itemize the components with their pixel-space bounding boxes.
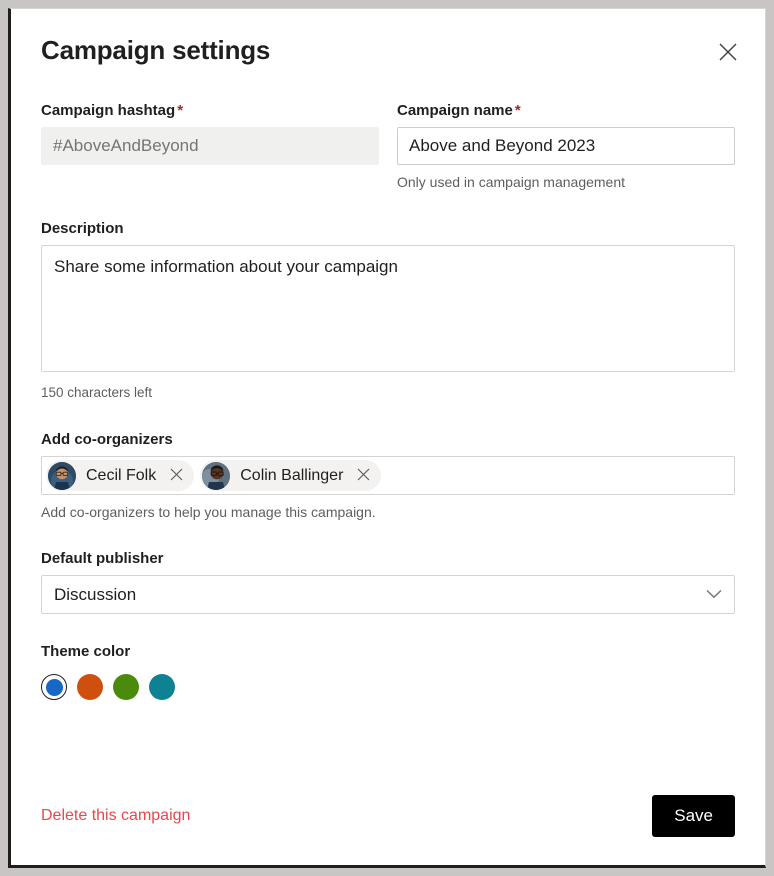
- theme-swatch-teal[interactable]: [149, 674, 175, 700]
- theme-swatch-orange[interactable]: [77, 674, 103, 700]
- coorganizers-picker[interactable]: Cecil Folk: [41, 456, 735, 495]
- theme-swatch-blue[interactable]: [41, 674, 67, 700]
- dialog-header: Campaign settings: [11, 9, 765, 71]
- dialog-body: Campaign hashtag* Campaign name* Only us…: [11, 101, 765, 700]
- campaign-hashtag-label-text: Campaign hashtag: [41, 102, 175, 119]
- avatar: [48, 462, 76, 490]
- theme-color-label: Theme color: [41, 642, 735, 662]
- field-theme-color: Theme color: [41, 642, 735, 700]
- swatch-fill: [46, 679, 63, 696]
- default-publisher-select[interactable]: Discussion: [41, 575, 735, 614]
- field-description: Description 150 characters left: [41, 219, 735, 402]
- remove-coorganizer-button[interactable]: [164, 462, 188, 490]
- required-asterisk: *: [177, 102, 183, 119]
- list-item[interactable]: Colin Ballinger: [200, 460, 381, 491]
- field-campaign-hashtag: Campaign hashtag*: [41, 101, 379, 191]
- page-title: Campaign settings: [41, 35, 735, 65]
- campaign-name-input[interactable]: [397, 127, 735, 165]
- save-button[interactable]: Save: [652, 795, 735, 837]
- close-icon: [170, 468, 183, 484]
- required-asterisk: *: [515, 102, 521, 119]
- row-hashtag-name: Campaign hashtag* Campaign name* Only us…: [41, 101, 735, 191]
- list-item-label: Cecil Folk: [76, 460, 164, 491]
- screen: Campaign settings Campaign hashtag*: [0, 0, 774, 876]
- close-button[interactable]: [711, 35, 745, 69]
- campaign-settings-dialog: Campaign settings Campaign hashtag*: [8, 8, 766, 868]
- campaign-hashtag-input[interactable]: [41, 127, 379, 165]
- field-default-publisher: Default publisher Discussion: [41, 549, 735, 614]
- description-textarea[interactable]: [41, 245, 735, 372]
- close-icon: [718, 42, 738, 62]
- field-campaign-name: Campaign name* Only used in campaign man…: [397, 101, 735, 191]
- campaign-name-helper: Only used in campaign management: [397, 173, 735, 191]
- campaign-name-label: Campaign name*: [397, 101, 735, 121]
- campaign-hashtag-label: Campaign hashtag*: [41, 101, 379, 121]
- list-item-label: Colin Ballinger: [230, 460, 351, 491]
- coorganizers-label: Add co-organizers: [41, 430, 735, 450]
- theme-swatch-green[interactable]: [113, 674, 139, 700]
- delete-campaign-link[interactable]: Delete this campaign: [41, 805, 190, 827]
- field-coorganizers: Add co-organizers: [41, 430, 735, 521]
- default-publisher-value: Discussion: [54, 576, 136, 613]
- avatar: [202, 462, 230, 490]
- list-item[interactable]: Cecil Folk: [46, 460, 194, 491]
- chevron-down-icon: [706, 586, 722, 604]
- coorganizers-helper: Add co-organizers to help you manage thi…: [41, 503, 735, 521]
- dialog-footer: Delete this campaign Save: [11, 795, 765, 837]
- default-publisher-label: Default publisher: [41, 549, 735, 569]
- remove-coorganizer-button[interactable]: [351, 462, 375, 490]
- campaign-name-label-text: Campaign name: [397, 102, 513, 119]
- description-char-count: 150 characters left: [41, 384, 735, 402]
- close-icon: [357, 468, 370, 484]
- description-label: Description: [41, 219, 735, 239]
- theme-color-swatches: [41, 674, 735, 700]
